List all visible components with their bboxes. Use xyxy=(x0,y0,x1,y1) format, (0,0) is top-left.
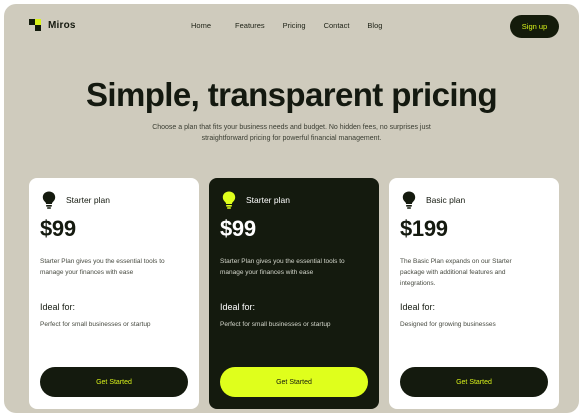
plan-name: Starter plan xyxy=(66,195,110,205)
plan-name: Starter plan xyxy=(246,195,290,205)
plan-name: Basic plan xyxy=(426,195,466,205)
ideal-for-label: Ideal for: xyxy=(220,302,256,312)
plan-price: $99 xyxy=(40,216,76,241)
logo[interactable]: Miros xyxy=(29,19,76,32)
lightbulb-icon xyxy=(402,191,416,209)
ideal-for-text: Perfect for small businesses or startup xyxy=(40,321,151,328)
logo-icon xyxy=(29,19,42,32)
plan-description: Starter Plan gives you the essential too… xyxy=(40,258,165,276)
lightbulb-icon xyxy=(222,191,236,209)
ideal-for-label: Ideal for: xyxy=(40,302,76,312)
plan-header: Basic plan xyxy=(402,191,465,209)
nav-menu: Home Features Pricing Contact Blog xyxy=(191,21,382,30)
page-subtitle: Choose a plan that fits your business ne… xyxy=(152,124,431,142)
nav-item-features[interactable]: Features xyxy=(235,21,265,30)
get-started-button[interactable]: Get Started xyxy=(220,367,368,397)
brand-name: Miros xyxy=(48,20,76,31)
get-started-button[interactable]: Get Started xyxy=(400,367,548,397)
sign-up-button[interactable]: Sign up xyxy=(510,15,559,38)
plan-description: The Basic Plan expands on our Starter pa… xyxy=(400,258,512,287)
plan-header: Starter plan xyxy=(42,191,110,209)
pricing-card-starter-featured: Starter plan $99 Starter Plan gives you … xyxy=(209,178,379,409)
ideal-for-text: Designed for growing businesses xyxy=(400,321,496,328)
pricing-card-basic: Basic plan $199 The Basic Plan expands o… xyxy=(389,178,559,409)
nav-item-home[interactable]: Home xyxy=(191,21,211,30)
plan-price: $99 xyxy=(220,216,256,241)
nav-item-blog[interactable]: Blog xyxy=(367,21,382,30)
lightbulb-icon xyxy=(42,191,56,209)
plan-price: $199 xyxy=(400,216,448,241)
page-title: Simple, transparent pricing xyxy=(85,76,498,113)
nav-item-contact[interactable]: Contact xyxy=(324,21,350,30)
page-frame: Miros Home Features Pricing Contact Blog… xyxy=(4,4,579,413)
pricing-card-starter: Starter plan $99 Starter Plan gives you … xyxy=(29,178,199,409)
nav-item-pricing[interactable]: Pricing xyxy=(283,21,306,30)
plan-header: Starter plan xyxy=(222,191,290,209)
get-started-button[interactable]: Get Started xyxy=(40,367,188,397)
ideal-for-label: Ideal for: xyxy=(400,302,436,312)
top-nav: Miros Home Features Pricing Contact Blog… xyxy=(4,4,579,50)
ideal-for-text: Perfect for small businesses or startup xyxy=(220,321,331,328)
plan-description: Starter Plan gives you the essential too… xyxy=(220,258,345,276)
